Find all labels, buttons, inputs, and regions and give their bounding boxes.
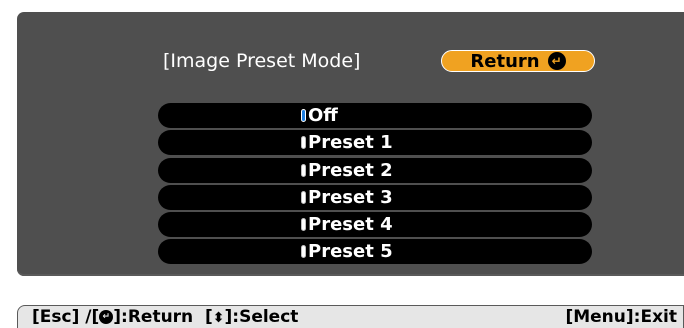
option-preset-3[interactable]: Preset 3 [158,184,592,211]
radio-selected-icon [301,109,306,122]
esc-hint: [Esc] /[ [32,307,100,327]
help-bar: [Esc] /[↵]:Return [⬍]:Select [Menu]:Exit [17,305,684,328]
radio-unselected-icon [301,163,306,177]
radio-unselected-icon [301,136,306,150]
radio-unselected-icon [301,245,306,259]
option-preset-2[interactable]: Preset 2 [158,157,592,184]
option-pill [158,103,592,128]
return-hint: ]:Return [113,307,194,327]
enter-icon: ↵ [547,52,566,70]
option-preset-4[interactable]: Preset 4 [158,211,592,238]
option-label: Preset 2 [308,159,393,181]
return-button-label: Return [470,50,540,72]
preset-option-list: Off Preset 1 Preset 2 Preset 3 Preset 4 … [158,102,592,266]
option-label: Preset 4 [308,214,393,236]
select-hint: ]:Select [224,307,299,327]
up-down-arrow-icon: ⬍ [212,310,225,326]
option-label: Preset 1 [308,132,393,154]
option-label: Off [308,105,338,126]
option-preset-5[interactable]: Preset 5 [158,238,592,265]
image-preset-mode-dialog: [Image Preset Mode] Return ↵ Off Preset … [17,12,684,276]
return-button[interactable]: Return ↵ [441,50,595,72]
option-off[interactable]: Off [158,102,592,129]
option-preset-1[interactable]: Preset 1 [158,129,592,156]
select-bracket-open: [ [205,307,213,327]
option-label: Preset 3 [308,186,393,208]
dialog-title: [Image Preset Mode] [163,50,361,72]
radio-unselected-icon [301,218,306,232]
menu-exit-hint: [Menu]:Exit [565,307,677,327]
enter-icon: ↵ [99,310,114,324]
help-bar-left: [Esc] /[↵]:Return [⬍]:Select [32,307,298,327]
option-label: Preset 5 [308,241,393,263]
radio-unselected-icon [301,190,306,204]
